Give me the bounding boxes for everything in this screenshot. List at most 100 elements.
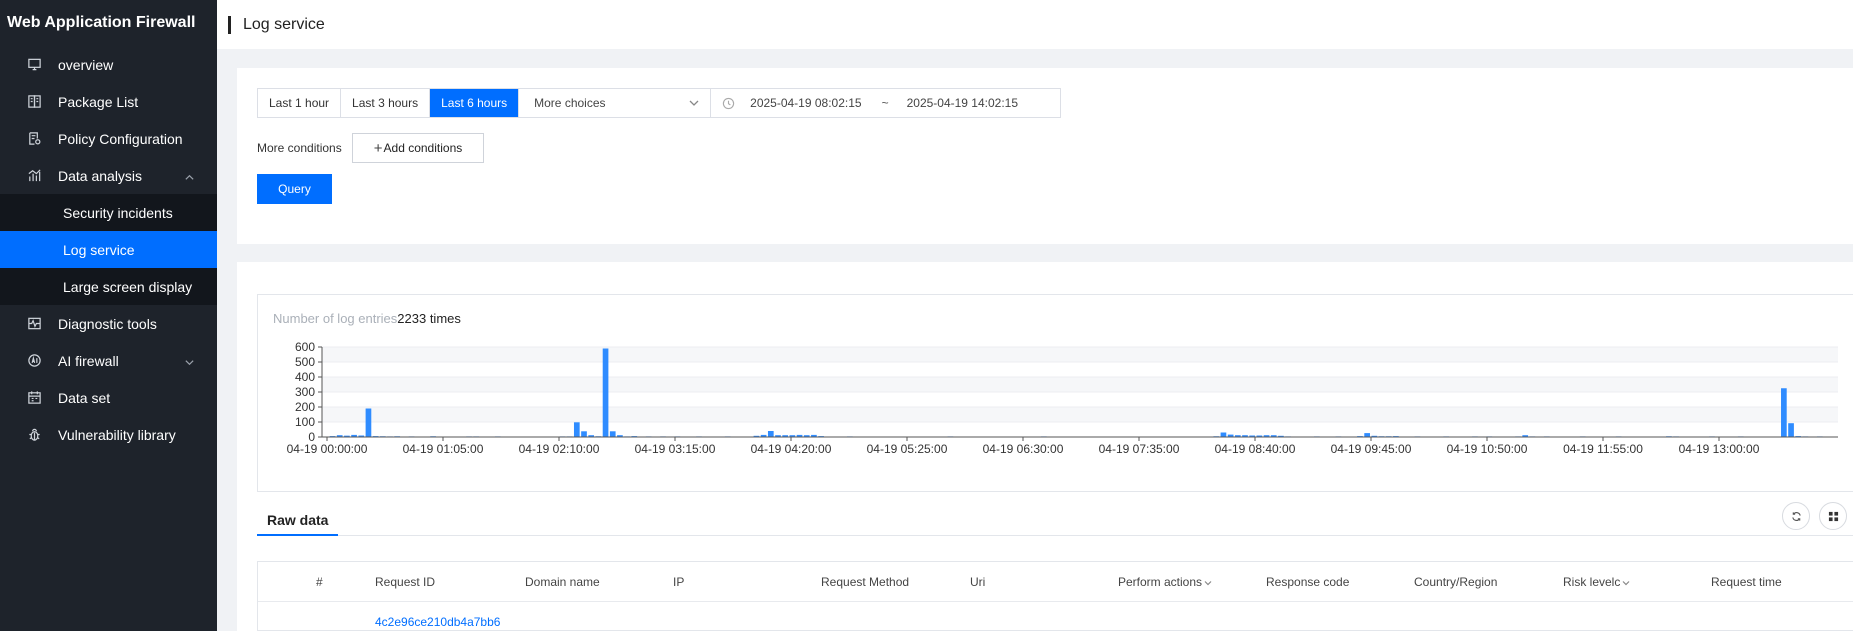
grid-band <box>322 407 1838 422</box>
col-request-id: Request ID <box>375 575 436 589</box>
date-range-picker[interactable]: 2025-04-19 08:02:15 ~ 2025-04-19 14:02:1… <box>711 89 1060 117</box>
range-last-6-hours[interactable]: Last 6 hours <box>430 89 520 117</box>
col-risk-level[interactable]: Risk levelc <box>1563 562 1630 602</box>
grid-icon <box>1828 511 1838 521</box>
sidebar-item-label: Package List <box>58 93 139 110</box>
bar <box>365 408 372 437</box>
y-tick-label: 600 <box>295 340 315 354</box>
add-conditions-button[interactable]: + Add conditions <box>352 133 484 163</box>
x-tick-label: 04-19 07:35:00 <box>1099 442 1180 456</box>
col-request-time: Request time <box>1711 575 1782 589</box>
table-header: # Request ID Domain name IP Request Meth… <box>258 562 1853 602</box>
sidebar-item-diagnostic-tools[interactable]: Diagnostic tools <box>0 305 217 342</box>
x-tick-label: 04-19 08:40:00 <box>1215 442 1296 456</box>
monitor-icon <box>26 57 42 73</box>
add-conditions-label: Add conditions <box>383 141 463 155</box>
x-tick-label: 04-19 02:10:00 <box>519 442 600 456</box>
bar-chart: 010020030040050060004-19 00:00:00 04-19 0… <box>287 340 1838 456</box>
sidebar-item-label: Data set <box>58 389 111 406</box>
sidebar-item-overview[interactable]: overview <box>0 46 217 83</box>
app-title: Web Application Firewall <box>7 14 196 31</box>
col-uri: Uri <box>970 575 986 589</box>
analytics-icon <box>26 168 42 184</box>
log-count-chart: Number of log entries2233 times 0 100 200 3… <box>257 294 1853 492</box>
sidebar-item-log-service[interactable]: Log service <box>0 231 217 268</box>
range-last-3-hours[interactable]: Last 3 hours <box>341 89 431 117</box>
sidebar-item-vulnerability-library[interactable]: Vulnerability library <box>0 416 217 453</box>
sidebar-item-policy-configuration[interactable]: Policy Configuration <box>0 120 217 157</box>
sidebar-item-label: overview <box>58 56 114 73</box>
x-tick-label: 04-19 04:20:00 <box>751 442 832 456</box>
y-tick-label: 300 <box>295 385 315 399</box>
request-id-link[interactable]: 4c2e96ce210db4a7bb6 <box>375 615 500 629</box>
calendar-dataset-icon <box>26 390 42 406</box>
col-request-method: Request Method <box>821 575 910 589</box>
sidebar-item-label: AI firewall <box>58 352 119 369</box>
more-conditions-label: More conditions <box>257 141 342 155</box>
title-accent-bar <box>228 15 231 34</box>
time-range-selector: Last 1 hour Last 3 hours Last 6 hours Mo… <box>257 88 1062 118</box>
y-tick-label: 200 <box>295 400 315 414</box>
sidebar-item-package-list[interactable]: Package List <box>0 83 217 120</box>
sidebar-item-ai-firewall[interactable]: AI firewall <box>0 342 217 379</box>
sidebar-item-data-analysis[interactable]: Data analysis <box>0 157 217 194</box>
x-tick-label: 04-19 00:00:00 <box>287 442 368 456</box>
sidebar: Web Application Firewall overview Packag… <box>0 0 217 631</box>
tab-bar: Raw data <box>257 504 1853 536</box>
x-tick-label: 04-19 10:50:00 <box>1447 442 1528 456</box>
grid-settings-button[interactable] <box>1819 502 1847 530</box>
col-domain-name: Domain name <box>525 575 600 589</box>
col-perform-actions[interactable]: Perform actions <box>1118 562 1212 602</box>
x-tick-label: 04-19 05:25:00 <box>867 442 948 456</box>
x-tick-label: 04-19 03:15:00 <box>635 442 716 456</box>
policy-config-icon <box>26 131 42 147</box>
ai-firewall-icon <box>26 353 42 369</box>
x-tick-label: 04-19 01:05:00 <box>403 442 484 456</box>
sidebar-item-security-incidents[interactable]: Security incidents <box>0 194 217 231</box>
data-analysis-submenu: Security incidents Log service Large scr… <box>0 194 217 305</box>
col-ip: IP <box>673 575 685 589</box>
page-header: Log service <box>217 0 1853 49</box>
bar <box>1788 423 1794 437</box>
col-country-region: Country/Region <box>1414 575 1498 589</box>
bar <box>1781 388 1787 437</box>
x-tick-label: 04-19 06:30:00 <box>983 442 1064 456</box>
col-label: Risk levelc <box>1563 575 1621 589</box>
sidebar-item-label: Policy Configuration <box>58 130 183 147</box>
grid-band <box>322 347 1838 362</box>
plus-icon: + <box>373 139 383 157</box>
x-tick-label: 04-19 13:00:00 <box>1679 442 1760 456</box>
package-list-icon <box>26 94 42 110</box>
sidebar-item-large-screen-display[interactable]: Large screen display <box>0 268 217 305</box>
bar <box>581 431 587 437</box>
col-index: # <box>316 575 323 589</box>
bar <box>1364 433 1370 437</box>
sidebar-item-label: Data analysis <box>58 167 143 184</box>
data-panel: Number of log entries2233 times 0 100 200 3… <box>237 262 1853 631</box>
bar <box>767 431 774 437</box>
bar <box>573 422 580 437</box>
diagnostic-icon <box>26 316 42 332</box>
sidebar-item-label: Diagnostic tools <box>58 315 157 332</box>
col-label: Perform actions <box>1118 575 1203 589</box>
refresh-icon <box>1791 511 1801 521</box>
bug-icon <box>26 427 42 443</box>
date-start: 2025-04-19 08:02:15 <box>750 96 862 110</box>
bar <box>1220 432 1227 437</box>
tab-raw-data[interactable]: Raw data <box>257 504 339 536</box>
more-choices-dropdown[interactable]: More choices <box>519 89 712 117</box>
sort-down-icon <box>1622 562 1630 602</box>
y-tick-label: 400 <box>295 370 315 384</box>
date-separator: ~ <box>881 96 889 110</box>
grid-band <box>322 377 1838 392</box>
chevron-up-icon <box>184 170 195 186</box>
bar <box>602 348 609 437</box>
refresh-button[interactable] <box>1782 502 1810 530</box>
range-last-1-hour[interactable]: Last 1 hour <box>258 89 342 117</box>
sidebar-item-data-set[interactable]: Data set <box>0 379 217 416</box>
x-tick-label: 04-19 09:45:00 <box>1331 442 1412 456</box>
chevron-down-icon <box>184 355 195 371</box>
col-response-code: Response code <box>1266 575 1350 589</box>
query-button[interactable]: Query <box>257 174 332 204</box>
sort-down-icon <box>1204 562 1212 602</box>
